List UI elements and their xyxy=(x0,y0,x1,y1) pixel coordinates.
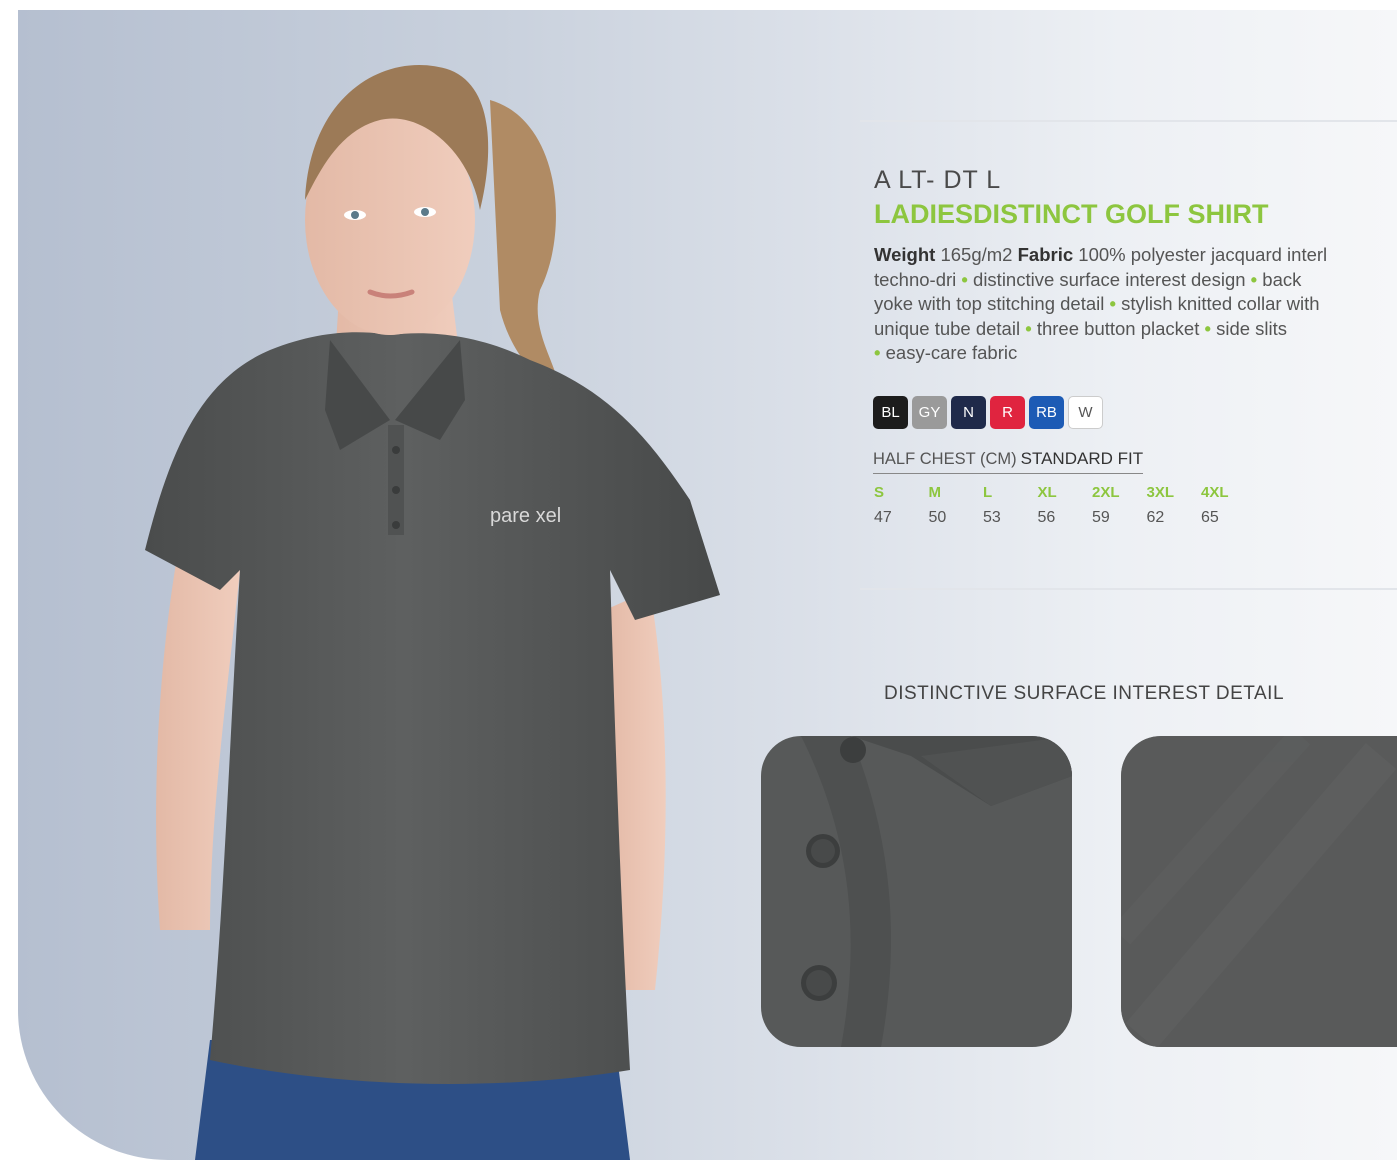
bullet-icon: • xyxy=(1025,317,1032,339)
bullet-icon: • xyxy=(1109,293,1116,314)
size-value: 62 xyxy=(1146,509,1165,526)
colour-swatches: BL GY N R RB W xyxy=(873,396,1103,429)
feature-text: easy-care fabric xyxy=(885,342,1018,363)
size-header: 2XL xyxy=(1092,484,1120,501)
size-chart: S M L XL 2XL 3XL 4XL 47 50 53 56 59 62 6… xyxy=(874,484,1256,527)
bullet-icon: • xyxy=(1250,268,1258,290)
feature-text: stylish knitted collar with xyxy=(1121,293,1320,314)
product-title: LADIESDISTINCT GOLF SHIRT xyxy=(874,199,1269,229)
swatch-bl[interactable]: BL xyxy=(873,396,908,429)
detail-photo-fabric xyxy=(1121,736,1397,1047)
size-chart-label: HALF CHEST (CM) STANDARD FIT xyxy=(873,449,1144,474)
size-value: 50 xyxy=(928,509,947,526)
fabric-label: Fabric xyxy=(1017,244,1074,265)
swatch-gy[interactable]: GY xyxy=(912,396,947,429)
feature-text: three button placket xyxy=(1036,317,1200,339)
size-header: XL xyxy=(1037,484,1057,501)
size-header: M xyxy=(928,484,942,501)
feature-text: side slits xyxy=(1216,317,1288,339)
swatch-w[interactable]: W xyxy=(1068,396,1103,429)
bullet-icon: • xyxy=(874,342,881,363)
size-header: L xyxy=(983,484,993,501)
half-chest-label: HALF CHEST (CM) xyxy=(873,450,1017,468)
divider-top xyxy=(860,120,1397,122)
feature-text: distinctive surface interest design xyxy=(973,268,1246,290)
weight-value: 165g/m2 xyxy=(940,244,1013,265)
feature-text: techno-dri xyxy=(874,268,957,290)
size-value: 56 xyxy=(1037,509,1056,526)
fabric-value: 100% polyester jacquard interl xyxy=(1078,244,1328,265)
swatch-r[interactable]: R xyxy=(990,396,1025,429)
bullet-icon: • xyxy=(961,268,968,290)
detail-title: DISTINCTIVE SURFACE INTEREST DETAIL xyxy=(884,683,1285,704)
swatch-rb[interactable]: RB xyxy=(1029,396,1064,429)
bullet-icon: • xyxy=(1204,317,1211,339)
catalog-page: pare xel A LT- DT L LADIESDISTINCT GOLF … xyxy=(0,0,1397,1160)
product-sku: A LT- DT L xyxy=(874,166,1002,194)
description-line-4: unique tube detail • three button placke… xyxy=(874,317,1394,342)
feature-text: yoke with top stitching detail xyxy=(874,293,1105,314)
size-value: 47 xyxy=(874,509,892,526)
detail-photo-collar xyxy=(761,736,1072,1047)
product-description: Weight 165g/m2 Fabric 100% polyester jac… xyxy=(874,243,1394,366)
description-line-3: yoke with top stitching detail • stylish… xyxy=(874,292,1394,317)
feature-text: unique tube detail xyxy=(874,317,1021,339)
weight-label: Weight xyxy=(874,244,936,265)
size-value: 65 xyxy=(1201,509,1219,526)
size-header: S xyxy=(874,484,885,501)
shirt-logo: pare xel xyxy=(490,505,561,527)
description-line-5: • easy-care fabric xyxy=(874,341,1394,366)
description-line-2: techno-dri • distinctive surface interes… xyxy=(874,268,1394,293)
size-header: 3XL xyxy=(1146,484,1175,501)
size-header: 4XL xyxy=(1201,484,1229,501)
divider-middle xyxy=(860,588,1397,590)
feature-text: back xyxy=(1262,268,1302,290)
swatch-n[interactable]: N xyxy=(951,396,986,429)
size-value: 53 xyxy=(983,509,1001,526)
fit-label: STANDARD FIT xyxy=(1020,449,1144,468)
size-value: 59 xyxy=(1092,509,1110,526)
model-photo: pare xel xyxy=(145,65,720,1160)
description-line-1: Weight 165g/m2 Fabric 100% polyester jac… xyxy=(874,243,1394,268)
